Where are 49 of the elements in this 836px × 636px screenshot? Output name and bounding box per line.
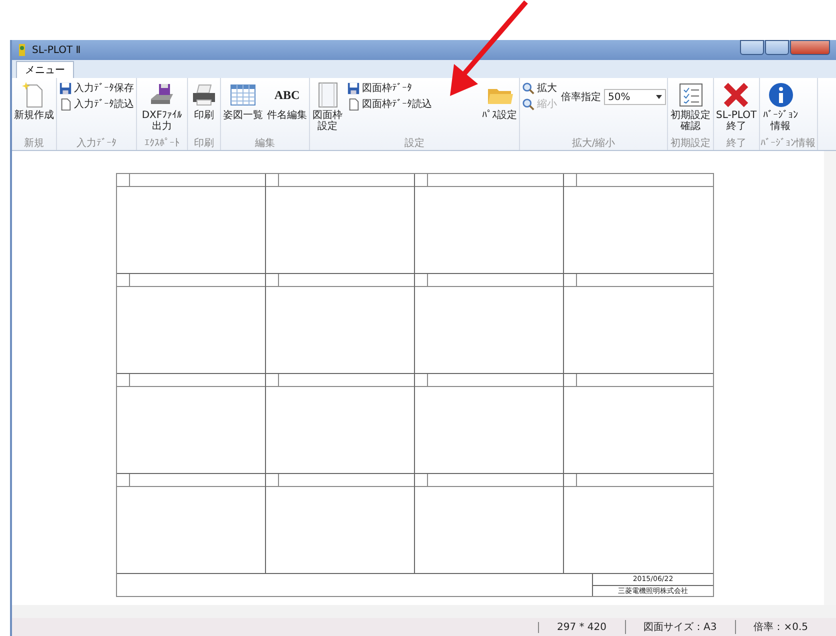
document-icon — [59, 98, 72, 110]
floppy-icon — [347, 82, 360, 94]
ribbon-button[interactable]: 入力ﾃﾞｰﾀ保存 — [58, 81, 135, 95]
maximize-button[interactable] — [765, 40, 789, 55]
group-label: 設定 — [404, 137, 426, 150]
magnifier-icon — [522, 98, 535, 110]
abc-icon: ABC — [274, 81, 300, 109]
status-item: 297 * 420 — [538, 622, 624, 632]
ribbon-button[interactable]: SL-PLOT 終了 — [715, 81, 758, 132]
window-title: SL-PLOT Ⅱ — [32, 44, 81, 56]
ribbon-tab[interactable]: メニュー — [16, 61, 74, 78]
group-label: 印刷 — [193, 137, 215, 150]
ribbon-button[interactable]: ABC 件名編集 — [266, 81, 308, 121]
zoom-dropdown[interactable]: 50% — [604, 89, 666, 105]
ribbon-button[interactable]: 入力ﾃﾞｰﾀ読込 — [58, 97, 135, 111]
app-icon — [16, 43, 28, 57]
status-item: 倍率：×0.5 — [734, 620, 826, 634]
group-label: 新規 — [23, 137, 45, 150]
zoom-label: 倍率指定 — [560, 90, 602, 104]
ribbon-button[interactable]: 初期設定確認 — [669, 81, 712, 132]
close-button[interactable] — [790, 40, 830, 55]
close-icon — [722, 81, 750, 109]
group-label: 終了 — [725, 137, 748, 150]
magnifier-icon — [522, 82, 535, 94]
ribbon-button[interactable]: DXFﾌｧｲﾙ出力 — [138, 81, 186, 132]
ribbon-button[interactable]: 姿図一覧 — [222, 81, 264, 121]
checklist-icon — [676, 81, 704, 109]
horizontal-scrollbar[interactable] — [12, 605, 836, 618]
ribbon-button[interactable]: 図面枠ﾃﾞｰﾀ読込 — [346, 97, 433, 111]
document-icon — [347, 98, 360, 110]
group-label: ﾊﾞｰｼﾞｮﾝ情報 — [760, 137, 816, 150]
ribbon-button[interactable]: 拡大 — [521, 81, 558, 95]
status-item: 図面サイズ：A3 — [624, 620, 735, 634]
ribbon-button[interactable]: 新規作成 — [13, 81, 55, 121]
minimize-button[interactable] — [740, 40, 764, 55]
info-icon — [766, 81, 795, 109]
group-label: 編集 — [254, 137, 276, 150]
group-label: 拡大/縮小 — [570, 137, 616, 150]
group-label: ｴｸｽﾎﾟｰﾄ — [144, 137, 180, 150]
vertical-scrollbar[interactable] — [824, 151, 836, 605]
dropdown-caret-icon — [656, 95, 662, 99]
group-label: 初期設定 — [670, 137, 712, 150]
ribbon-button[interactable]: ﾊﾟｽ設定 — [481, 81, 518, 121]
ribbon-button[interactable]: 図面枠設定 — [311, 81, 344, 132]
ribbon-button[interactable]: ﾊﾞｰｼﾞｮﾝ情報 — [760, 81, 801, 132]
floppy-icon — [59, 82, 72, 94]
group-label: 入力ﾃﾞｰﾀ — [76, 137, 118, 150]
ribbon-button[interactable]: 印刷 — [189, 81, 219, 121]
ribbon-button[interactable]: 図面枠ﾃﾞｰﾀ — [346, 81, 433, 95]
